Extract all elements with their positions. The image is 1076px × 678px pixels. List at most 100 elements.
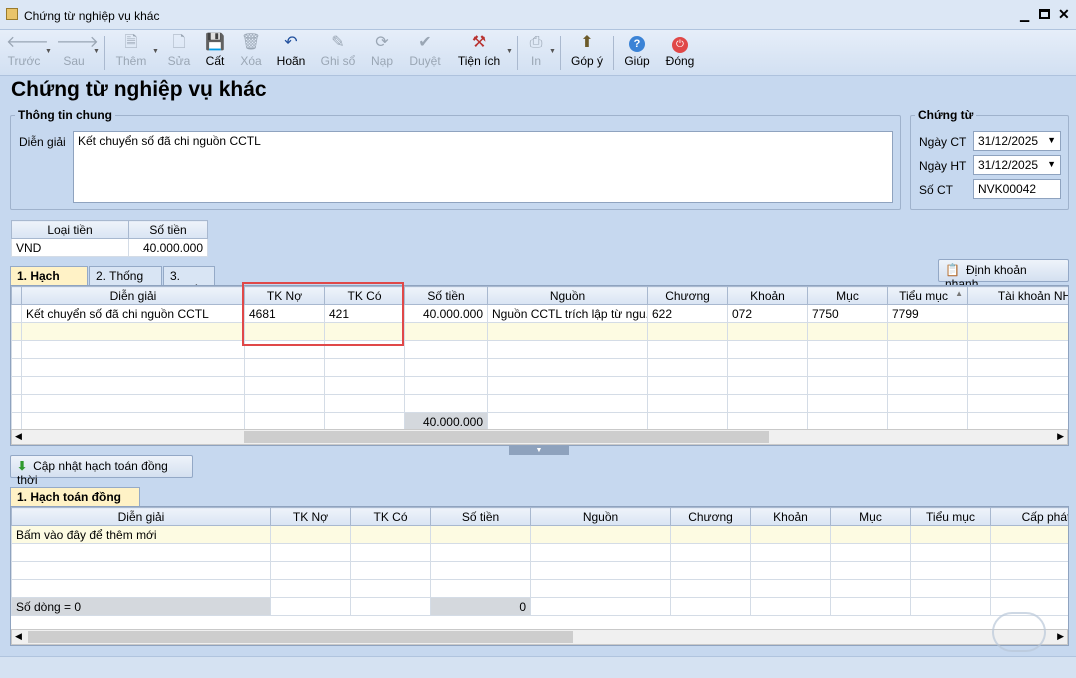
sub-grid: Diễn giải TK Nợ TK Có Số tiền Nguồn Chươ…	[10, 506, 1069, 646]
chevron-down-icon[interactable]: ▼	[93, 48, 100, 55]
sub-col-description[interactable]: Diễn giải	[11, 507, 271, 526]
add-new-placeholder[interactable]: Bấm vào đây để thêm mới	[11, 525, 271, 544]
sub-col-item[interactable]: Mục	[830, 507, 911, 526]
chevron-down-icon[interactable]: ▼	[45, 48, 52, 55]
new-row[interactable]	[11, 322, 1068, 341]
feedback-button[interactable]: ⬆ Góp ý	[567, 33, 607, 73]
help-button[interactable]: ? Giúp	[621, 33, 653, 73]
cell-amount[interactable]: 40.000.000	[404, 304, 488, 323]
cell-bank-account[interactable]	[967, 304, 1068, 323]
tab-concurrent-accounting[interactable]: 1. Hạch toán đồng thời	[10, 487, 140, 518]
tab-tax[interactable]: 3. Thuế	[163, 266, 215, 297]
cell-source[interactable]: Nguồn CCTL trích lập từ ngu...	[487, 304, 648, 323]
col-item[interactable]: Mục	[807, 286, 888, 305]
print-button[interactable]: ⎙ In	[522, 33, 550, 73]
sub-grid-scrollbar[interactable]: ◀ ▶	[11, 629, 1068, 645]
reload-button[interactable]: ⟳ Nạp	[366, 33, 398, 73]
toolbar-separator	[104, 36, 105, 70]
update-concurrent-label: Cập nhật hạch toán đồng thời	[17, 459, 168, 487]
table-row	[11, 376, 1068, 395]
minimize-icon[interactable]: ▁	[1020, 8, 1029, 22]
title-bar: Chứng từ nghiệp vụ khác ▁ ✕	[0, 0, 1076, 30]
col-amount[interactable]: Số tiền	[404, 286, 488, 305]
undo-button[interactable]: ↶ Hoãn	[272, 33, 310, 73]
quick-entry-icon: 📋	[945, 263, 960, 277]
add-button[interactable]: 🗎 Thêm	[112, 33, 150, 73]
description-input[interactable]: Kết chuyển số đã chi nguồn CCTL	[73, 131, 893, 203]
tab-statistics[interactable]: 2. Thống kê	[89, 266, 162, 297]
delete-button[interactable]: 🗑 Xóa	[235, 33, 267, 73]
scroll-left-icon[interactable]: ◀	[15, 431, 22, 442]
table-row	[11, 543, 1068, 562]
approve-button[interactable]: ✔ Duyệt	[404, 33, 446, 73]
scroll-thumb[interactable]	[28, 631, 573, 643]
row-indicator	[11, 304, 22, 323]
chevron-down-icon[interactable]: ▼	[1047, 135, 1056, 145]
col-sub-item[interactable]: Tiểu mục ▲	[887, 286, 968, 305]
cell-section[interactable]: 072	[727, 304, 808, 323]
maximize-icon[interactable]	[1039, 9, 1050, 19]
table-row[interactable]: Kết chuyển số đã chi nguồn CCTL 4681 421…	[11, 304, 1068, 323]
cell-description[interactable]: Kết chuyển số đã chi nguồn CCTL	[21, 304, 245, 323]
sub-col-source[interactable]: Nguồn	[530, 507, 671, 526]
col-section[interactable]: Khoản	[727, 286, 808, 305]
currency-amount-header: Số tiền	[128, 220, 208, 239]
scroll-left-icon[interactable]: ◀	[15, 631, 22, 642]
toolbar-separator	[560, 36, 561, 70]
update-concurrent-button[interactable]: ⬇ Cập nhật hạch toán đồng thời	[10, 455, 193, 487]
sub-grid-table: Diễn giải TK Nợ TK Có Số tiền Nguồn Chươ…	[11, 507, 1068, 616]
cell-sub-item[interactable]: 7799	[887, 304, 968, 323]
arrow-left-icon: 🡐	[6, 34, 49, 51]
save-button[interactable]: 💾 Cất	[199, 33, 231, 73]
col-chapter[interactable]: Chương	[647, 286, 728, 305]
voucher-number-input[interactable]: NVK00042	[973, 179, 1061, 199]
table-row	[11, 394, 1068, 413]
currency-amount-cell[interactable]: 40.000.000	[128, 238, 208, 257]
sub-col-allocation[interactable]: Cấp phát	[990, 507, 1068, 526]
splitter-handle[interactable]: ▼	[509, 446, 569, 455]
highlight-box	[242, 282, 404, 346]
close-button[interactable]: ⏻ Đóng	[662, 33, 698, 73]
sub-col-section[interactable]: Khoản	[750, 507, 831, 526]
chevron-down-icon[interactable]: ▼	[506, 48, 513, 55]
posting-date-picker[interactable]: 31/12/2025 ▼	[973, 155, 1061, 175]
sub-col-chapter[interactable]: Chương	[670, 507, 751, 526]
add-new-row[interactable]: Bấm vào đây để thêm mới	[11, 525, 1068, 544]
sub-col-amount[interactable]: Số tiền	[430, 507, 531, 526]
quick-entry-button[interactable]: 📋 Định khoản nhanh	[938, 259, 1069, 291]
chevron-down-icon[interactable]: ▼	[1047, 159, 1056, 169]
chevron-down-icon[interactable]: ▼	[152, 48, 159, 55]
cell-item[interactable]: 7750	[807, 304, 888, 323]
table-row	[11, 358, 1068, 377]
scroll-right-icon[interactable]: ▶	[1057, 431, 1064, 442]
chevron-down-icon[interactable]: ▼	[549, 48, 556, 55]
total-row: 40.000.000	[11, 412, 1068, 431]
window-title: Chứng từ nghiệp vụ khác	[24, 9, 160, 23]
col-bank-account[interactable]: Tài khoản NH	[967, 286, 1068, 305]
cell-chapter[interactable]: 622	[647, 304, 728, 323]
close-window-icon[interactable]: ✕	[1058, 6, 1070, 23]
sub-col-credit-account[interactable]: TK Có	[350, 507, 431, 526]
general-info-legend: Thông tin chung	[18, 108, 112, 122]
currency-type-header: Loại tiền	[11, 220, 129, 239]
main-grid-table: Diễn giải TK Nợ TK Có Số tiền Nguồn Chươ…	[11, 286, 1068, 431]
utilities-button[interactable]: ⚒ Tiện ích	[456, 33, 502, 73]
scroll-right-icon[interactable]: ▶	[1057, 631, 1064, 642]
main-grid-scrollbar[interactable]: ◀ ▶	[11, 429, 1068, 445]
scroll-thumb[interactable]	[244, 431, 769, 443]
currency-type-cell[interactable]: VND	[11, 238, 129, 257]
col-source[interactable]: Nguồn	[487, 286, 648, 305]
total-amount: 40.000.000	[404, 412, 488, 431]
voucher-date-picker[interactable]: 31/12/2025 ▼	[973, 131, 1061, 151]
col-description[interactable]: Diễn giải	[21, 286, 245, 305]
tab-accounting[interactable]: 1. Hạch toán	[10, 266, 88, 297]
posting-date-label: Ngày HT	[919, 159, 967, 173]
next-button[interactable]: 🡒 Sau	[56, 33, 99, 73]
sub-total-amount: 0	[430, 597, 531, 616]
post-button[interactable]: ✎ Ghi sổ	[317, 33, 359, 73]
edit-button[interactable]: 🗋 Sửa	[163, 33, 195, 73]
back-button[interactable]: 🡐 Trước	[6, 33, 49, 73]
currency-table: Loại tiền Số tiền VND 40.000.000	[11, 220, 208, 257]
sub-col-sub-item[interactable]: Tiểu mục	[910, 507, 991, 526]
sub-col-debit-account[interactable]: TK Nợ	[270, 507, 351, 526]
